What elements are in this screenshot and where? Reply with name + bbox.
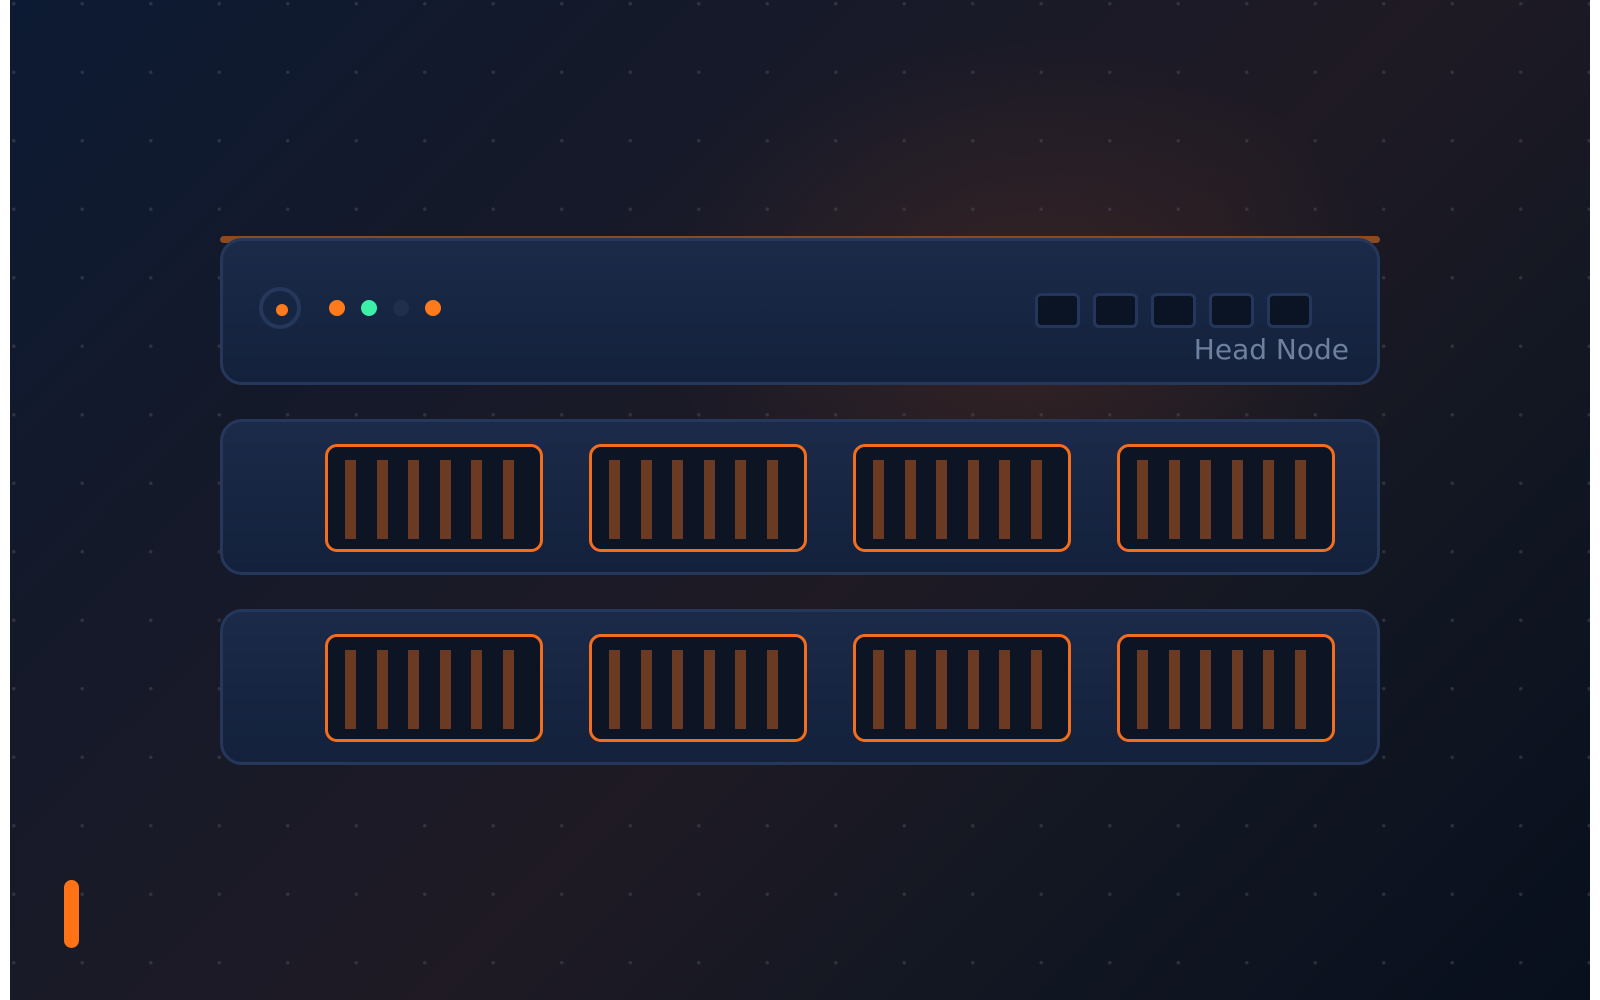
network-port[interactable] [1093,293,1138,328]
drive-bay[interactable] [589,634,807,742]
vent-slot [1295,460,1306,539]
vent-slot [609,460,620,539]
network-port[interactable] [1035,293,1080,328]
vent-slot [1137,460,1148,539]
vent-slot [1263,650,1275,729]
drive-bay[interactable] [325,634,543,742]
side-indicator-icon[interactable] [64,880,79,948]
diagram-canvas: Head Node [10,0,1590,1000]
vent-slot [640,650,652,729]
vent-slot [1200,650,1212,729]
vent-slot [609,650,620,729]
vent-slot [936,650,948,729]
vent-slot [408,650,420,729]
vent-slot [471,650,483,729]
vent-slot [439,650,451,729]
status-led-3 [393,300,409,316]
vent-slot [999,460,1011,539]
vent-slot [640,460,652,539]
vent-slot [376,650,388,729]
vent-slot [999,650,1011,729]
vent-slot [1168,650,1180,729]
network-port[interactable] [1151,293,1196,328]
vent-slot [408,460,420,539]
vent-slot [735,460,747,539]
vent-slot [439,460,451,539]
vent-slot [873,650,884,729]
vent-slot [672,650,684,729]
vent-slot [672,460,684,539]
vent-slot [967,650,979,729]
vent-slot [503,650,514,729]
drive-bay[interactable] [325,444,543,552]
vent-slot [1137,650,1148,729]
vent-slot [703,650,715,729]
status-led-4 [425,300,441,316]
status-led-1 [329,300,345,316]
status-led-2 [361,300,377,316]
drive-bay[interactable] [853,634,1071,742]
vent-slot [345,460,356,539]
network-port[interactable] [1267,293,1312,328]
vent-slot [376,460,388,539]
power-indicator [276,304,288,316]
vent-slot [1031,650,1042,729]
vent-slot [767,650,778,729]
vent-slot [1168,460,1180,539]
vent-slot [767,460,778,539]
vent-slot [1263,460,1275,539]
vent-slot [345,650,356,729]
vent-slot [904,650,916,729]
vent-slot [1231,460,1243,539]
head-node-label: Head Node [1193,333,1349,366]
vent-slot [873,460,884,539]
vent-slot [703,460,715,539]
vent-slot [503,460,514,539]
vent-slot [1031,460,1042,539]
vent-slot [904,460,916,539]
vent-slot [1295,650,1306,729]
drive-bay[interactable] [1117,444,1335,552]
drive-bay[interactable] [589,444,807,552]
vent-slot [967,460,979,539]
vent-slot [471,460,483,539]
vent-slot [936,460,948,539]
vent-slot [735,650,747,729]
power-button-icon[interactable] [259,287,301,329]
drive-bay[interactable] [853,444,1071,552]
vent-slot [1231,650,1243,729]
drive-bay[interactable] [1117,634,1335,742]
network-port[interactable] [1209,293,1254,328]
vent-slot [1200,460,1212,539]
